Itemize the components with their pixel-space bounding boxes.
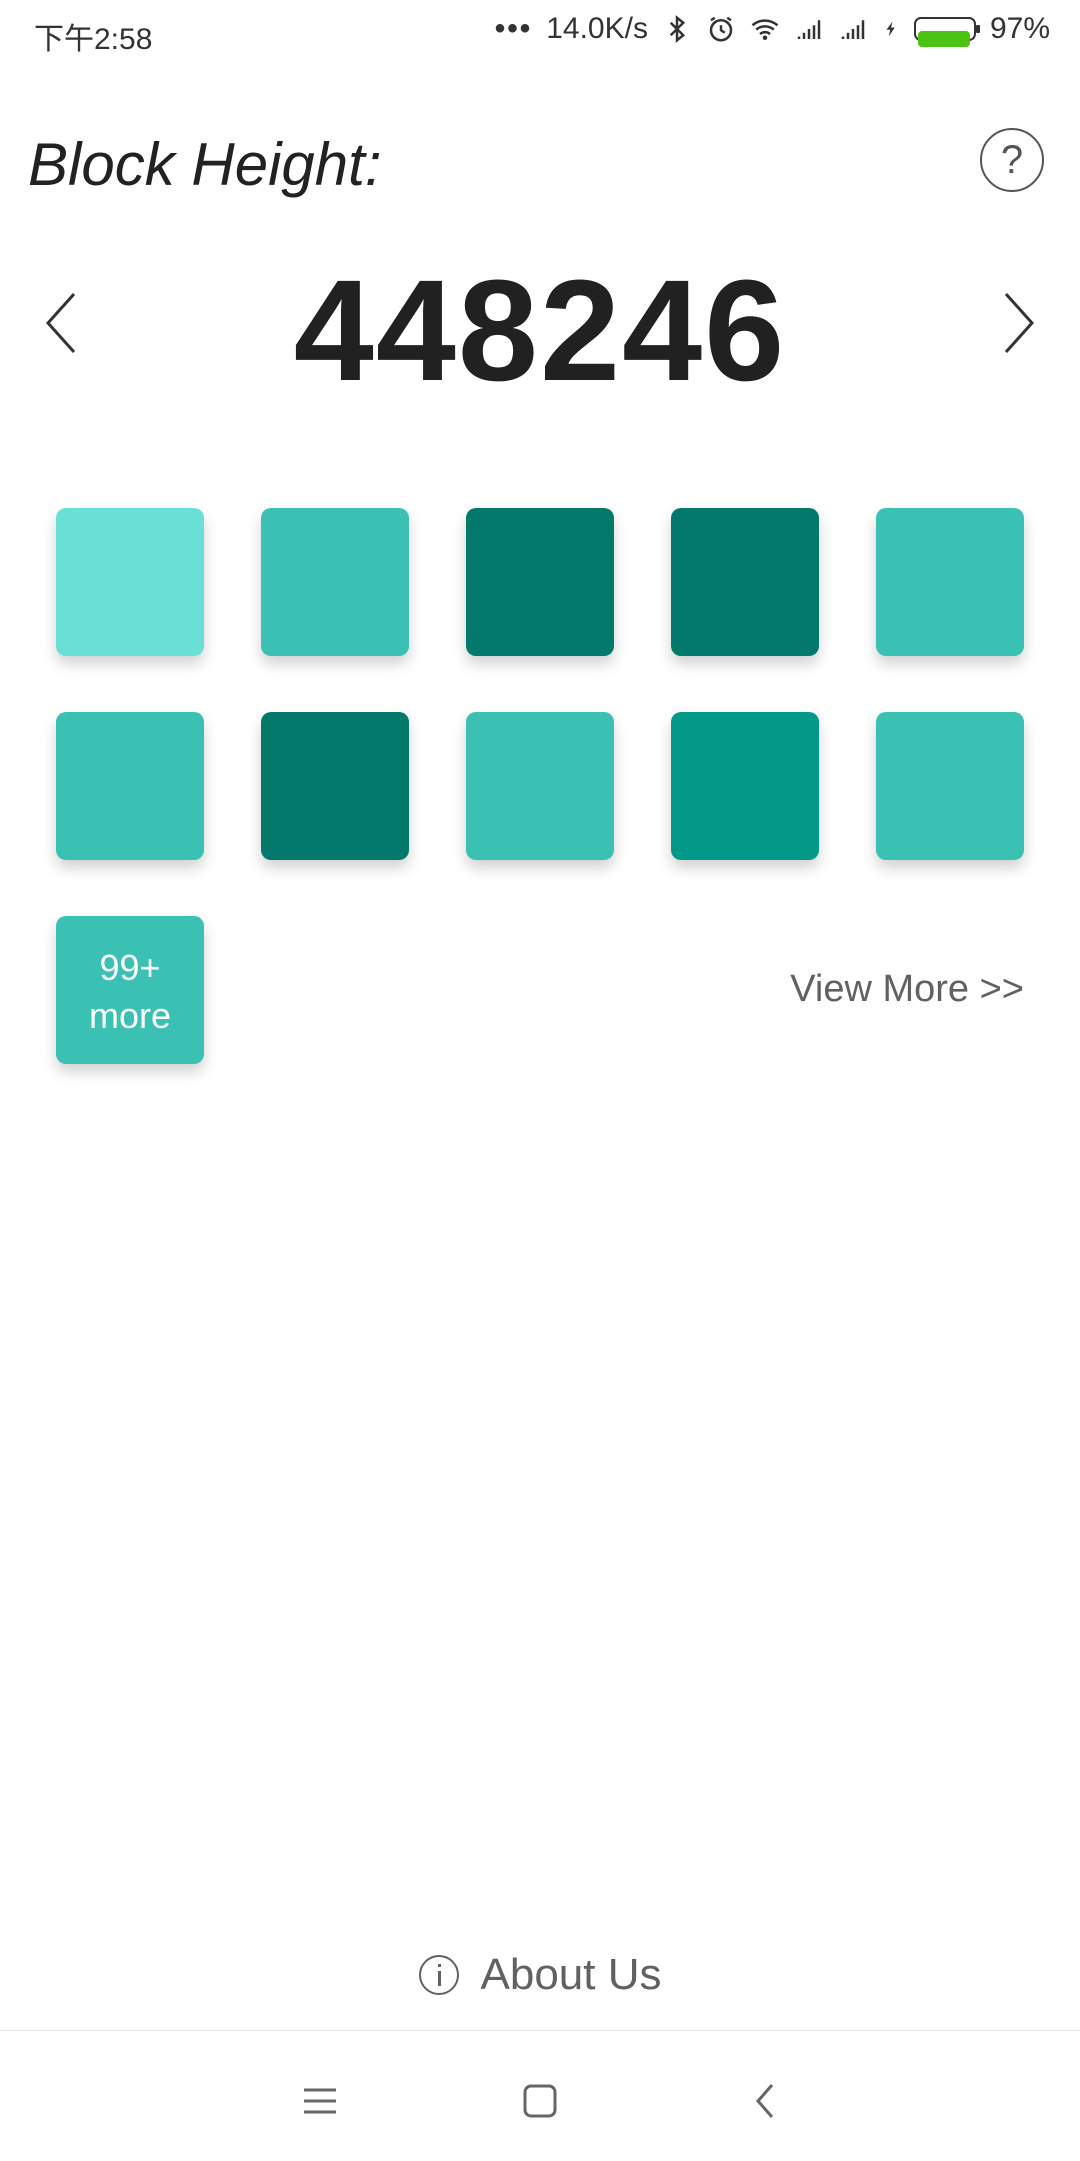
block-tile[interactable]	[876, 508, 1024, 656]
system-nav-bar	[0, 2030, 1080, 2161]
block-tile[interactable]	[671, 508, 819, 656]
block-tile[interactable]	[261, 508, 409, 656]
alarm-icon	[709, 16, 733, 42]
block-tile[interactable]	[56, 508, 204, 656]
bluetooth-icon	[669, 15, 686, 43]
next-block-button[interactable]	[998, 290, 1038, 356]
more-tiles-button[interactable]: 99+ more	[56, 916, 204, 1064]
signal-icon	[841, 20, 865, 39]
status-time: 下午2:58	[34, 23, 153, 56]
status-icons: ••• 14.0K/s 97%	[494, 12, 1050, 47]
signal-icon	[797, 20, 821, 39]
more-count: 99+	[99, 947, 161, 988]
block-tile[interactable]	[56, 712, 204, 860]
status-bar: 下午2:58 ••• 14.0K/s 97%	[0, 0, 1080, 66]
battery-icon	[913, 17, 980, 47]
page-title: Block Height:	[28, 131, 382, 198]
battery-fill	[917, 31, 971, 47]
about-us-label: About Us	[480, 1950, 662, 1999]
help-button[interactable]: ?	[980, 128, 1044, 192]
network-speed: 14.0K/s	[546, 12, 648, 45]
about-us-link[interactable]: About Us	[0, 1950, 1080, 2000]
block-height-value: 448246	[293, 250, 787, 411]
block-tile[interactable]	[876, 712, 1024, 860]
info-icon	[418, 1955, 459, 1995]
home-icon[interactable]	[520, 2081, 560, 2121]
more-dots-icon: •••	[494, 12, 533, 45]
charging-icon	[886, 21, 895, 37]
wifi-icon	[751, 19, 779, 40]
block-tile[interactable]	[466, 508, 614, 656]
view-more-link[interactable]: View More >>	[790, 968, 1024, 1011]
battery-percent: 97%	[989, 12, 1050, 45]
back-icon[interactable]	[746, 2081, 786, 2121]
block-tile[interactable]	[671, 712, 819, 860]
block-tile[interactable]	[466, 712, 614, 860]
menu-icon[interactable]	[300, 2081, 340, 2121]
more-label: more	[88, 995, 172, 1036]
block-tile[interactable]	[261, 712, 409, 860]
